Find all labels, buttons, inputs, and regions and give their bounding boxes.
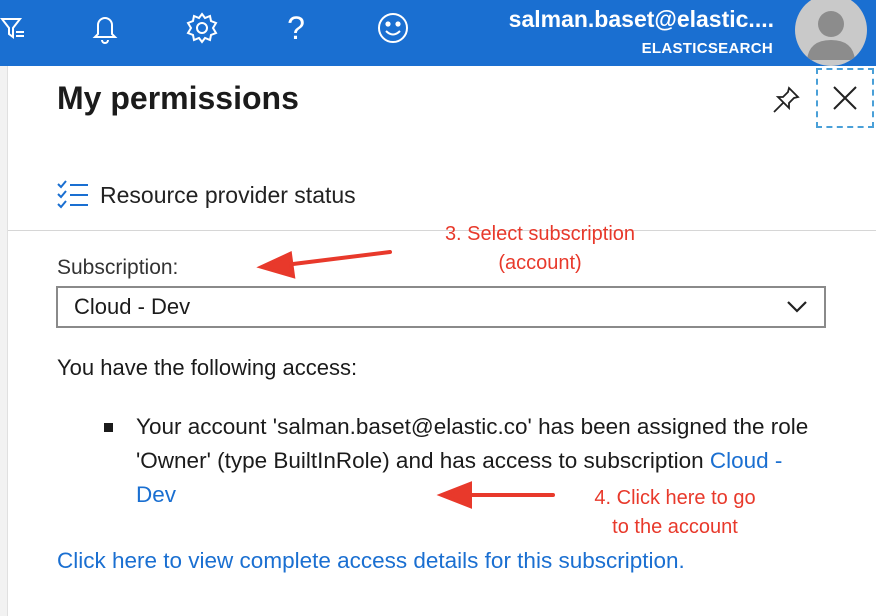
user-tenant[interactable]: ELASTICSEARCH: [642, 40, 773, 57]
bell-icon[interactable]: [85, 8, 125, 48]
panel-edge: [0, 66, 8, 616]
annotation-line: 3. Select subscription: [444, 223, 636, 245]
chevron-down-icon: [786, 300, 808, 314]
filter-icon[interactable]: [0, 8, 34, 48]
annotation-line: to the account: [612, 516, 738, 538]
help-icon[interactable]: ?: [276, 8, 316, 48]
user-email[interactable]: salman.baset@elastic....: [509, 6, 774, 33]
access-details-link[interactable]: Click here to view complete access detai…: [57, 548, 685, 574]
avatar[interactable]: [795, 0, 867, 66]
gear-icon[interactable]: [182, 8, 222, 48]
resource-provider-status-label: Resource provider status: [100, 181, 356, 208]
annotation-line: (account): [498, 252, 582, 274]
page-title: My permissions: [57, 80, 299, 116]
top-bar: ? salman.baset@elastic.... ELASTICSEARCH: [0, 0, 876, 66]
annotation-arrowhead: [256, 251, 296, 279]
annotation-click-here: 4. Click here to go to the account: [560, 484, 790, 542]
close-icon: [833, 86, 857, 110]
bullet: [104, 423, 113, 432]
annotation-select-subscription: 3. Select subscription (account): [410, 220, 670, 278]
checklist-icon: [57, 180, 88, 209]
subscription-label: Subscription:: [57, 256, 179, 279]
subscription-selected-value: Cloud - Dev: [74, 294, 191, 319]
subscription-select[interactable]: Cloud - Dev: [56, 286, 826, 328]
pin-icon[interactable]: [768, 82, 804, 118]
resource-provider-status[interactable]: Resource provider status: [56, 178, 356, 212]
close-button[interactable]: [816, 68, 874, 128]
access-heading: You have the following access:: [57, 355, 358, 380]
annotation-line: 4. Click here to go: [594, 487, 756, 509]
access-item-text: Your account 'salman.baset@elastic.co' h…: [136, 414, 809, 473]
smiley-icon[interactable]: [373, 8, 413, 48]
annotation-arrow: [283, 250, 392, 267]
